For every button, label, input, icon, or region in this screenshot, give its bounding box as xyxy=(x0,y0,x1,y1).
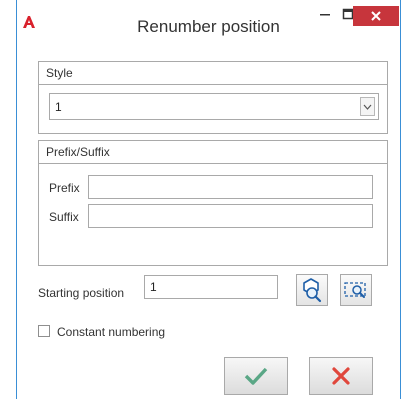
style-select[interactable]: 1 xyxy=(49,93,379,120)
starting-position-input[interactable]: 1 xyxy=(144,275,278,299)
prefix-input[interactable] xyxy=(88,175,373,199)
cross-icon xyxy=(332,367,350,385)
prefix-suffix-group: Prefix/Suffix Prefix Suffix xyxy=(38,140,388,266)
checkmark-icon xyxy=(244,367,268,385)
renumber-position-dialog: Renumber position Style 1 Prefix/Suffix … xyxy=(16,0,401,399)
pick-object-icon xyxy=(303,278,322,303)
minimize-icon xyxy=(320,14,330,16)
constant-numbering-label[interactable]: Constant numbering xyxy=(57,325,165,339)
dropdown-button[interactable] xyxy=(360,97,375,116)
zoom-window-icon xyxy=(344,282,366,298)
starting-position-label: Starting position xyxy=(38,286,125,300)
prefix-suffix-group-header: Prefix/Suffix xyxy=(39,141,387,164)
cancel-button[interactable] xyxy=(309,357,373,395)
suffix-input[interactable] xyxy=(88,204,373,228)
style-select-value: 1 xyxy=(55,100,62,114)
style-group-header: Style xyxy=(39,62,387,85)
suffix-label: Suffix xyxy=(49,210,79,224)
pick-object-button[interactable] xyxy=(296,274,328,306)
chevron-down-icon xyxy=(363,104,372,110)
ok-button[interactable] xyxy=(224,357,288,395)
prefix-label: Prefix xyxy=(49,181,80,195)
style-group: Style 1 xyxy=(38,61,388,134)
close-button[interactable] xyxy=(353,6,399,26)
zoom-window-button[interactable] xyxy=(340,274,372,306)
title-bar[interactable]: Renumber position xyxy=(17,0,400,46)
constant-numbering-checkbox[interactable] xyxy=(38,325,50,337)
close-icon xyxy=(371,11,381,21)
